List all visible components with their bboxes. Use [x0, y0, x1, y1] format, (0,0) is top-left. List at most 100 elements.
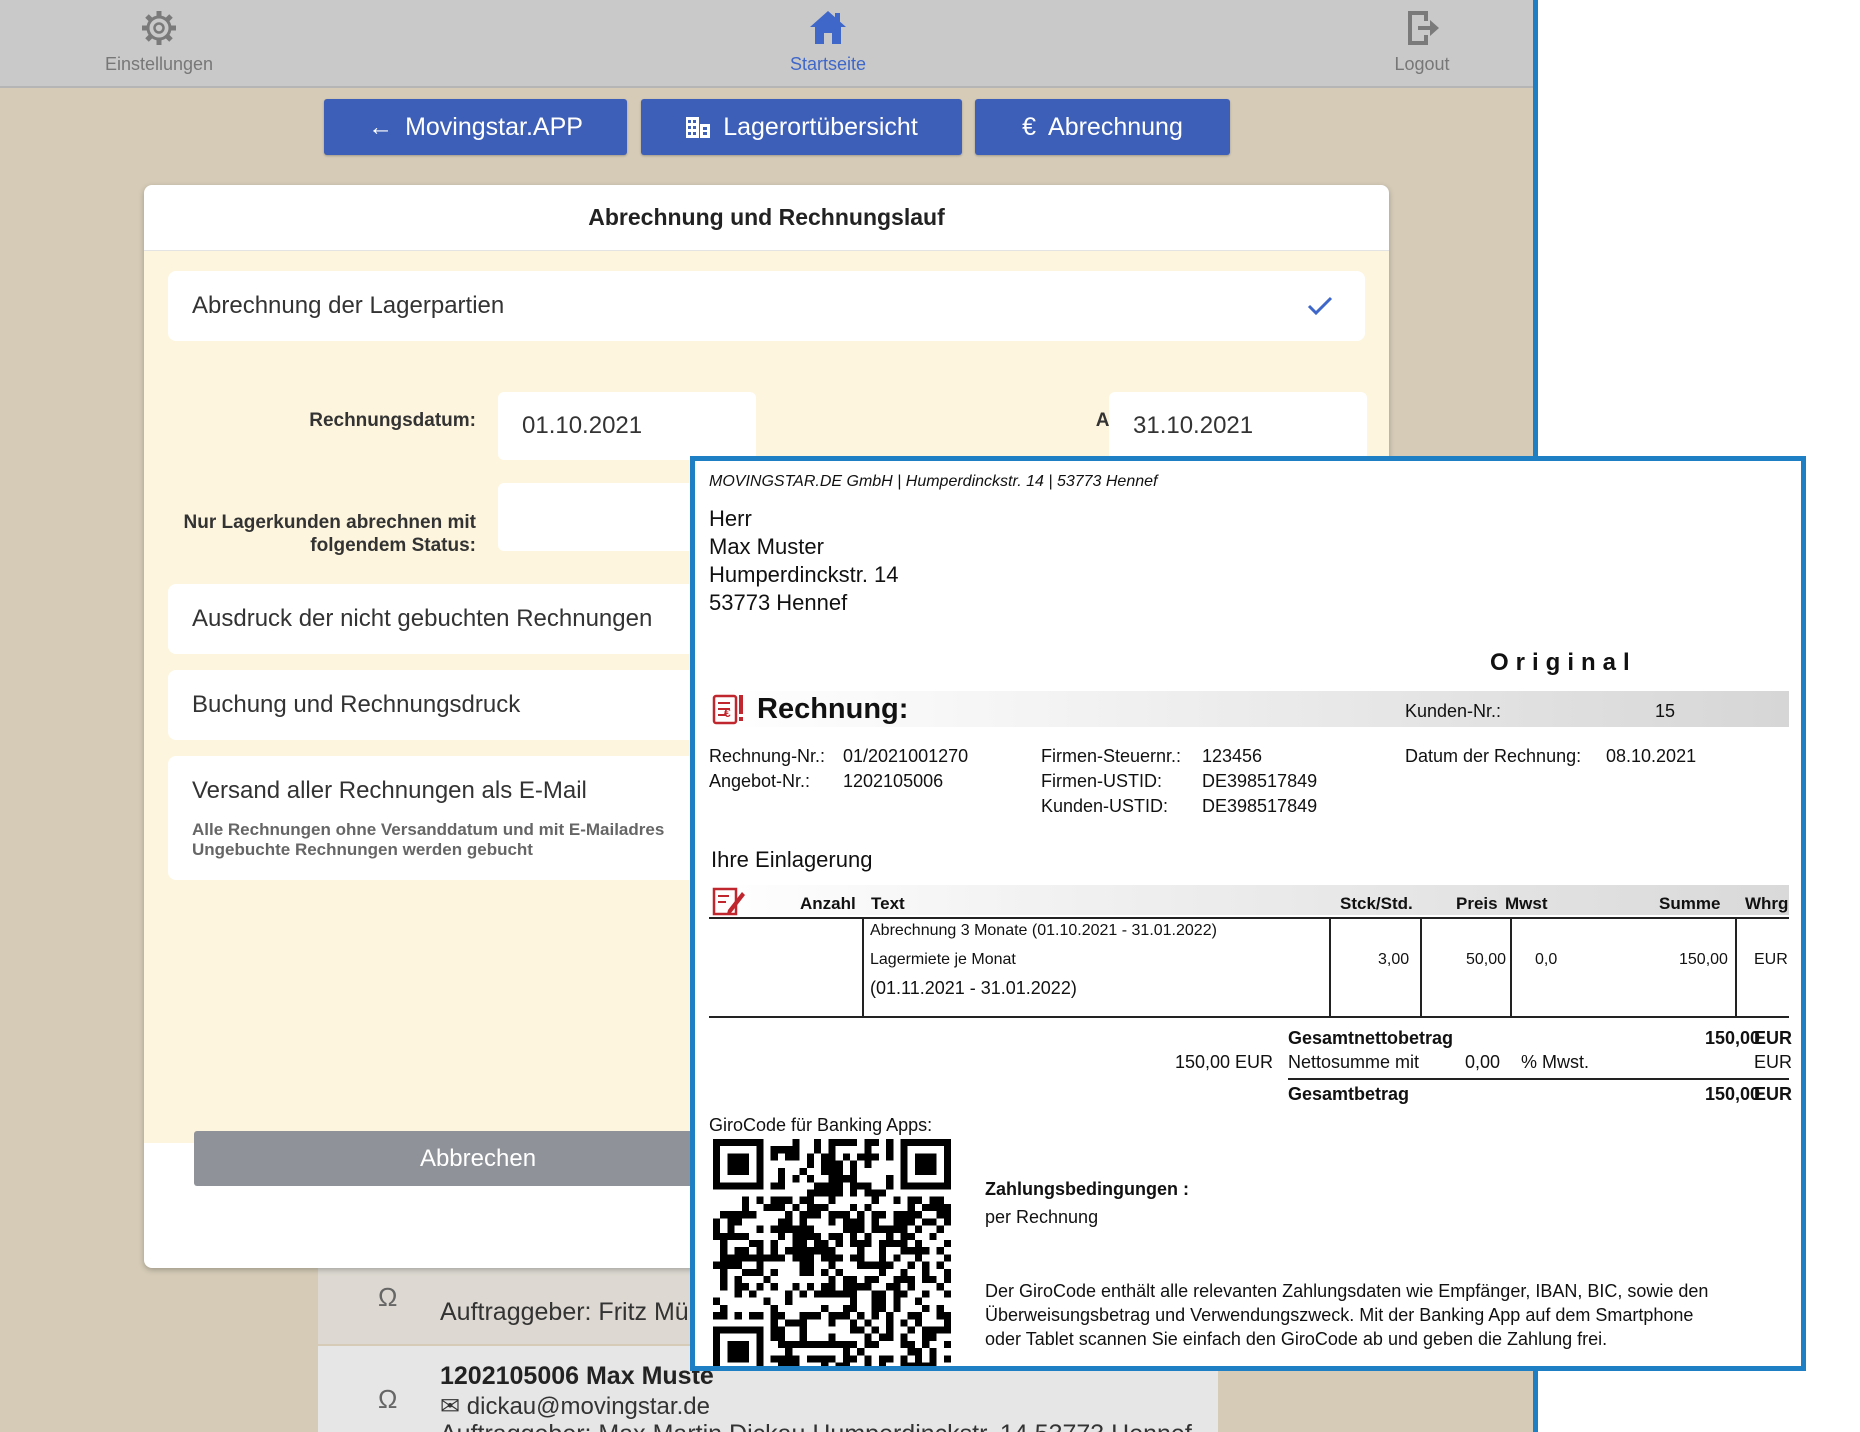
status-label-line1: Nur Lagerkunden abrechnen mit [183, 512, 476, 533]
line-price: 50,00 [1466, 951, 1507, 968]
list-item-client: Auftraggeber: Max Martin Dickau Humperdi… [440, 1420, 1192, 1432]
line-text-2: Lagermiete je Monat [870, 951, 1016, 968]
net-sum-amount: 150,00 EUR [1175, 1052, 1274, 1072]
bill-until-input[interactable]: 31.10.2021 [1109, 392, 1367, 460]
net-total-label: Gesamtnettobetrag [1288, 1028, 1454, 1048]
person-icon: Ω [378, 1282, 398, 1312]
line-units: 3,00 [1378, 951, 1410, 968]
billing-label: Abrechnung [1048, 112, 1183, 141]
arrow-left-icon: ← [368, 112, 394, 141]
table-divider [862, 918, 864, 1016]
payment-terms-value: per Rechnung [985, 1207, 1099, 1227]
billing-row-label: Abrechnung der Lagerpartien [192, 292, 505, 319]
grand-total-currency: EUR [1754, 1084, 1793, 1104]
line-text-1: Abrechnung 3 Monate (01.10.2021 - 31.01.… [870, 922, 1217, 939]
gear-icon [142, 11, 176, 45]
svg-text:€: € [724, 706, 731, 720]
nav-logout-label: Logout [1394, 54, 1450, 74]
company-vat-label: Firmen-USTID: [1041, 771, 1162, 791]
cancel-button[interactable]: Abbrechen [194, 1131, 762, 1186]
mail-icon: ✉ [440, 1393, 461, 1420]
recipient-address: Herr Max Muster Humperdinckstr. 14 53773… [709, 505, 899, 617]
net-total-currency: EUR [1754, 1028, 1793, 1048]
logout-icon [1408, 11, 1439, 45]
customer-no: 15 [1655, 701, 1676, 721]
tax-no: 123456 [1202, 746, 1263, 766]
vat-currency: EUR [1754, 1052, 1793, 1072]
booking-row-label: Buchung und Rechnungsdruck [192, 691, 521, 718]
billing-row[interactable]: Abrechnung der Lagerpartien [168, 271, 1365, 341]
storage-overview-label: Lagerortübersicht [723, 112, 918, 141]
home-icon [810, 11, 846, 44]
invoice-title: Rechnung: [757, 693, 909, 725]
vat-amount: 0,00 [1465, 1052, 1501, 1072]
offer-no: 1202105006 [843, 771, 944, 791]
line-currency: EUR [1754, 951, 1788, 968]
giro-text-line1: Der GiroCode enthält alle relevanten Zah… [985, 1281, 1709, 1301]
recipient-salutation: Herr [709, 506, 752, 531]
original-label: Original [1490, 649, 1637, 676]
recipient-street: Humperdinckstr. 14 [709, 562, 899, 587]
nav-logout[interactable]: Logout [1322, 8, 1522, 75]
nav-home-label: Startseite [789, 54, 867, 74]
invoice-icon: € [712, 694, 743, 725]
recipient-name: Max Muster [709, 534, 824, 559]
line-sum: 150,00 [1679, 951, 1728, 968]
col-vat: Mwst [1505, 894, 1548, 913]
grand-total-label: Gesamtbetrag [1288, 1084, 1410, 1104]
grand-total-value: 150,00 [1704, 1084, 1760, 1104]
col-currency: Whrg [1745, 894, 1789, 913]
top-navigation: Einstellungen Startseite Logout [0, 0, 1533, 88]
customer-vat-label: Kunden-USTID: [1041, 796, 1169, 816]
table-divider [1510, 918, 1512, 1016]
offer-no-label: Angebot-Nr.: [709, 771, 811, 791]
invoice-document: MOVINGSTAR.DE GmbH | Humperdinckstr. 14 … [690, 456, 1806, 1371]
nav-settings[interactable]: Einstellungen [59, 8, 259, 75]
billing-button[interactable]: € Abrechnung [975, 99, 1230, 155]
table-divider [1329, 918, 1331, 1016]
movingstar-app-button[interactable]: ← Movingstar.APP [324, 99, 627, 155]
list-item-client: Auftraggeber: Fritz Mülle [440, 1298, 714, 1326]
customer-vat: DE398517849 [1202, 796, 1318, 816]
customer-no-label: Kunden-Nr.: [1405, 701, 1502, 721]
nav-settings-label: Einstellungen [104, 54, 214, 74]
nav-home[interactable]: Startseite [728, 8, 928, 75]
tax-no-label: Firmen-Steuernr.: [1041, 746, 1182, 766]
payment-terms-label: Zahlungsbedingungen : [985, 1179, 1189, 1199]
building-icon [686, 117, 711, 138]
invoice-date-label: Rechnungsdatum: [309, 410, 476, 431]
status-label-line2: folgendem Status: [310, 535, 476, 556]
list-item-email: ✉ dickau@movingstar.de [440, 1392, 710, 1421]
check-icon [1307, 296, 1333, 316]
table-divider [1420, 918, 1422, 1016]
email-row-sub1: Alle Rechnungen ohne Versanddatum und mi… [192, 820, 665, 839]
email-row-label: Versand aller Rechnungen als E-Mail [192, 777, 587, 804]
giro-text-line2: Überweisungsbetrag und Verwendungszweck.… [985, 1305, 1694, 1325]
table-header-rule [709, 917, 1789, 919]
euro-icon: € [1022, 112, 1037, 141]
girocode-qr [713, 1139, 951, 1366]
sender-line: MOVINGSTAR.DE GmbH | Humperdinckstr. 14 … [709, 473, 1158, 490]
col-price: Preis [1456, 894, 1498, 913]
line-vat: 0,0 [1535, 951, 1558, 968]
table-divider [1735, 918, 1737, 1016]
invoice-no: 01/2021001270 [843, 746, 969, 766]
net-total-value: 150,00 [1704, 1028, 1760, 1048]
list-item-title: 1202105006 Max Muste [440, 1362, 714, 1390]
invoice-date: 08.10.2021 [1606, 746, 1697, 766]
net-sum-label: Nettosumme mit [1288, 1052, 1420, 1072]
section-title: Ihre Einlagerung [711, 847, 873, 872]
girocode-label: GiroCode für Banking Apps: [709, 1115, 933, 1135]
status-label: Nur Lagerkunden abrechnen mit folgendem … [154, 511, 476, 557]
edit-document-icon [712, 887, 745, 916]
movingstar-app-label: Movingstar.APP [405, 112, 583, 141]
person-icon: Ω [378, 1384, 398, 1414]
col-text: Text [871, 894, 905, 913]
recipient-city: 53773 Hennef [709, 590, 848, 615]
giro-text-line3: oder Tablet scannen Sie einfach den Giro… [985, 1329, 1608, 1349]
company-vat: DE398517849 [1202, 771, 1318, 791]
col-units: Stck/Std. [1340, 894, 1413, 913]
invoice-date-input[interactable]: 01.10.2021 [498, 392, 756, 460]
invoice-date-label: Datum der Rechnung: [1405, 746, 1582, 766]
storage-overview-button[interactable]: Lagerortübersicht [641, 99, 962, 155]
